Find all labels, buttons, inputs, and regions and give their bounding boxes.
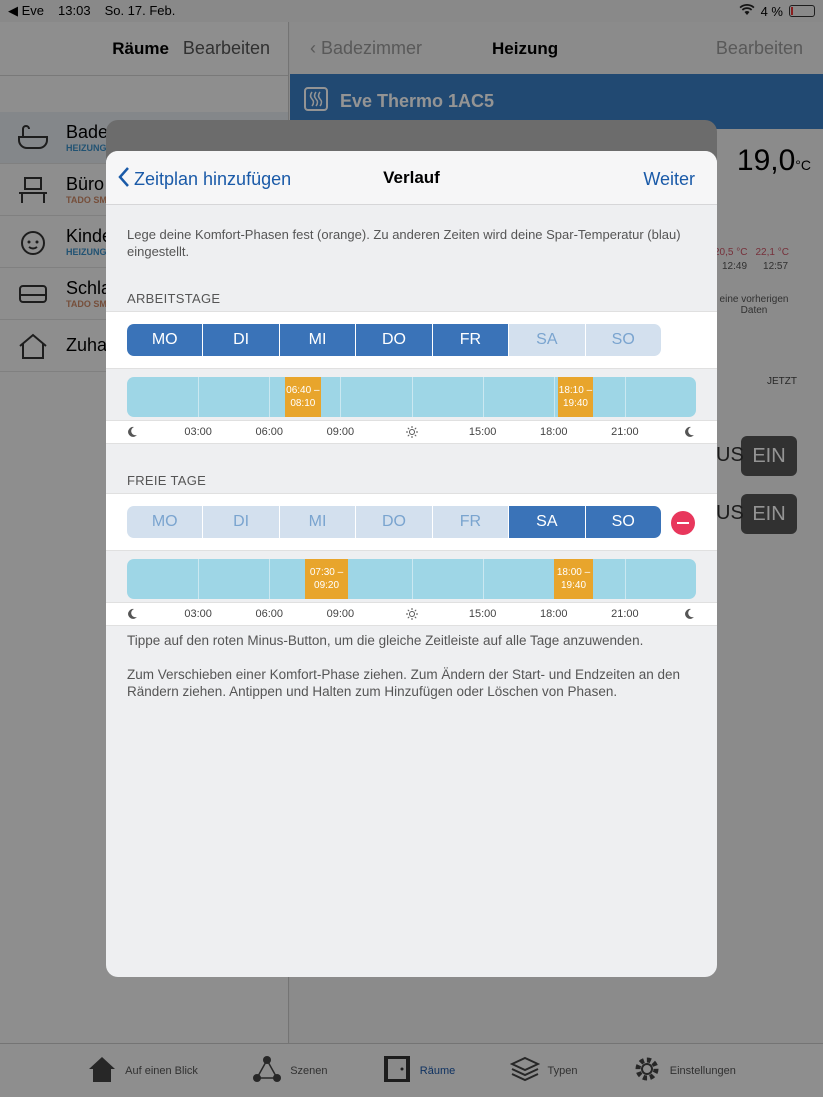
workdays-selector-row: MO DI MI DO FR SA SO <box>106 311 717 369</box>
day-toggle-do[interactable]: DO <box>356 324 433 356</box>
day-toggle-so[interactable]: SO <box>585 324 661 356</box>
phase-end-label: 09:20 <box>314 580 340 591</box>
axis-tick-label: 21:00 <box>611 608 639 620</box>
next-button[interactable]: Weiter <box>643 169 695 190</box>
phase-start-label: 18:00 – <box>556 567 591 578</box>
axis-tick-label: 15:00 <box>468 426 497 438</box>
help-text-drag: Zum Verschieben einer Komfort-Phase zieh… <box>127 667 681 699</box>
phase-end-label: 19:40 <box>560 580 587 591</box>
timeline-gridline <box>482 559 484 599</box>
freedays-timeline[interactable]: 07:30 – 09:20 18:00 – 19:40 <box>127 559 696 599</box>
intro-text: Lege deine Komfort-Phasen fest (orange).… <box>127 227 681 259</box>
timeline-gridline <box>269 559 271 599</box>
phase-start-label: 06:40 – <box>286 385 320 396</box>
axis-tick-label: 09:00 <box>326 608 355 620</box>
workdays-selector: MO DI MI DO FR SA SO <box>127 324 661 356</box>
help-text-minus: Tippe auf den roten Minus-Button, um die… <box>127 633 644 648</box>
comfort-phase[interactable]: 18:00 – 19:40 <box>553 559 594 599</box>
axis-tick-label: 15:00 <box>468 608 497 620</box>
phase-end-label: 08:10 <box>290 398 316 409</box>
modal-title: Verlauf <box>383 168 440 187</box>
timeline-gridline <box>198 559 200 599</box>
day-toggle-mo[interactable]: MO <box>127 324 204 356</box>
workdays-label: ARBEITSTAGE <box>127 291 221 306</box>
timeline-gridline <box>553 377 555 417</box>
moon-icon <box>128 426 138 440</box>
freedays-selector-row: MO DI MI DO FR SA SO <box>106 493 717 551</box>
day-toggle-di[interactable]: DI <box>203 506 280 538</box>
remove-schedule-button[interactable] <box>671 511 695 535</box>
timeline-gridline <box>482 377 484 417</box>
axis-tick-label: 18:00 <box>539 426 568 438</box>
day-toggle-mo[interactable]: MO <box>127 506 204 538</box>
comfort-phase[interactable]: 07:30 – 09:20 <box>304 559 349 599</box>
timeline-gridline <box>624 377 626 417</box>
day-toggle-di[interactable]: DI <box>203 324 280 356</box>
axis-tick-label: 06:00 <box>255 608 284 620</box>
day-toggle-sa[interactable]: SA <box>509 324 586 356</box>
timeline-gridline <box>269 377 271 417</box>
comfort-phase[interactable]: 06:40 – 08:10 <box>285 377 321 417</box>
moon-icon <box>685 608 695 622</box>
moon-icon <box>128 608 138 622</box>
day-toggle-do[interactable]: DO <box>356 506 433 538</box>
freedays-time-axis: 03:00 06:00 09:00 15:00 18:00 21:00 <box>106 602 717 626</box>
timeline-gridline <box>340 377 342 417</box>
freedays-selector: MO DI MI DO FR SA SO <box>127 506 661 538</box>
workdays-timeline[interactable]: 06:40 – 08:10 18:10 – 19:40 <box>127 377 696 417</box>
timeline-gridline <box>624 559 626 599</box>
axis-tick-label: 03:00 <box>184 608 212 620</box>
sun-icon <box>405 426 418 441</box>
timeline-gridline <box>198 377 200 417</box>
sun-icon <box>405 608 418 623</box>
day-toggle-mi[interactable]: MI <box>279 506 357 538</box>
day-toggle-mi[interactable]: MI <box>279 324 357 356</box>
comfort-phase[interactable]: 18:10 – 19:40 <box>557 377 594 417</box>
freedays-label: FREIE TAGE <box>127 473 207 488</box>
axis-tick-label: 18:00 <box>539 608 568 620</box>
moon-icon <box>685 426 695 440</box>
phase-start-label: 07:30 – <box>309 567 344 578</box>
day-toggle-sa[interactable]: SA <box>509 506 586 538</box>
modal-header: Zeitplan hinzufügen Verlauf Weiter <box>106 151 717 205</box>
day-toggle-fr[interactable]: FR <box>432 506 510 538</box>
schedule-modal: Zeitplan hinzufügen Verlauf Weiter Lege … <box>106 151 717 977</box>
timeline-gridline <box>411 559 413 599</box>
axis-tick-label: 21:00 <box>611 426 639 438</box>
axis-tick-label: 03:00 <box>184 426 212 438</box>
axis-tick-label: 09:00 <box>326 426 355 438</box>
day-toggle-fr[interactable]: FR <box>432 324 510 356</box>
workdays-time-axis: 03:00 06:00 09:00 15:00 18:00 21:00 <box>106 420 717 444</box>
day-toggle-so[interactable]: SO <box>585 506 661 538</box>
phase-start-label: 18:10 – <box>558 385 593 396</box>
axis-tick-label: 06:00 <box>255 426 284 438</box>
timeline-gridline <box>411 377 413 417</box>
phase-end-label: 19:40 <box>562 398 588 409</box>
